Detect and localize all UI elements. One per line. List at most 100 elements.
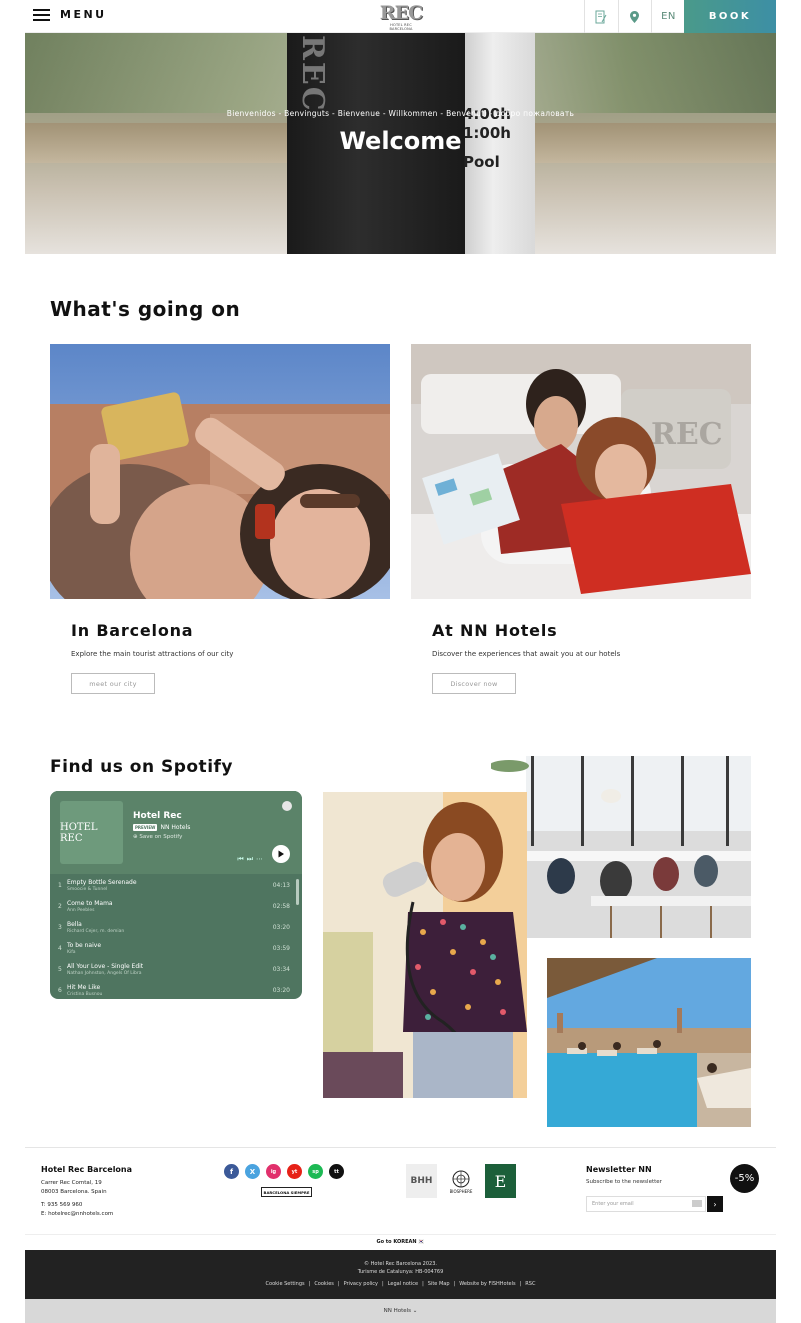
discover-now-button[interactable]: Discover now xyxy=(432,673,516,694)
nnhotels-photo[interactable]: REC xyxy=(411,344,751,599)
biosphere-icon xyxy=(452,1170,470,1187)
track-artist: Cristina Busnou xyxy=(67,992,103,997)
spotify-player[interactable]: HOTEL REC Hotel Rec PREVIEW NN Hotels ⊕ … xyxy=(50,791,302,999)
more-icon[interactable]: ⋯ xyxy=(256,855,266,863)
link-separator: | xyxy=(337,1281,340,1287)
playlist-owner[interactable]: NN Hotels xyxy=(160,824,190,831)
playlist-cover[interactable]: HOTEL REC xyxy=(60,801,123,864)
map-pin-icon xyxy=(630,10,639,23)
newsletter-submit-button[interactable]: › xyxy=(707,1196,723,1212)
chevron-right-icon: › xyxy=(713,1199,717,1209)
footer-link[interactable]: Legal notice xyxy=(388,1281,418,1287)
go-korean-link[interactable]: Go to KOREAN 🇰🇷 xyxy=(25,1239,776,1245)
hero-sign-line: Pool xyxy=(463,153,500,171)
location-button[interactable] xyxy=(618,0,650,33)
hairdryer-photo xyxy=(323,792,527,1098)
track-row[interactable]: 3 Bella Richard Cejer, m. demian 03:20 xyxy=(50,918,302,939)
play-icon xyxy=(278,850,284,858)
rooftop-pool-photo xyxy=(547,958,751,1127)
save-label: Save on Spotify xyxy=(139,834,183,840)
track-title: All Your Love - Single Edit xyxy=(67,963,144,970)
track-title: Come to Mama xyxy=(67,900,113,907)
playlist-name[interactable]: Hotel Rec xyxy=(133,811,182,821)
next-icon[interactable]: ⏭ xyxy=(247,855,256,863)
rooftop-pool-image xyxy=(547,958,751,1127)
footer-link[interactable]: Cookies xyxy=(314,1281,334,1287)
spotify-logo-icon[interactable] xyxy=(282,801,292,811)
bhh-certificate: BHH xyxy=(406,1164,437,1198)
barcelona-siempre-badge: BARCELONA SIEMPRE xyxy=(261,1187,312,1197)
discount-badge[interactable]: -5% xyxy=(730,1164,759,1193)
card-description-nnhotels: Discover the experiences that await you … xyxy=(432,650,621,658)
link-separator: | xyxy=(422,1281,424,1287)
coworking-image xyxy=(491,756,751,938)
track-row[interactable]: 2 Come to Mama Ann Peebles 02:58 xyxy=(50,897,302,918)
hotel-logo[interactable]: REC HOTEL REC BARCELONA xyxy=(379,3,423,31)
footer-link[interactable]: Privacy policy xyxy=(344,1281,378,1287)
nn-hotels-dropdown[interactable]: NN Hotels ⌄ xyxy=(25,1299,776,1323)
playlist-owner-row: PREVIEW NN Hotels xyxy=(133,824,190,831)
checkin-button[interactable] xyxy=(584,0,616,33)
track-row[interactable]: 4 To be naive Kifa 03:59 xyxy=(50,939,302,960)
link-separator: | xyxy=(308,1281,311,1287)
track-duration: 04:13 xyxy=(272,882,290,889)
biosphere-certificate: BIOSPHERE xyxy=(444,1164,478,1198)
save-on-spotify-button[interactable]: ⊕ Save on Spotify xyxy=(133,834,182,840)
track-number: 1 xyxy=(58,882,62,889)
card-description-barcelona: Explore the main tourist attractions of … xyxy=(71,650,234,658)
svg-text:REC: REC xyxy=(651,417,723,452)
track-list-scrollbar[interactable] xyxy=(296,879,299,905)
footer-divider xyxy=(25,1147,776,1148)
facebook-icon[interactable]: f xyxy=(224,1164,239,1179)
footer-hotel-name: Hotel Rec Barcelona xyxy=(41,1165,133,1174)
track-title: To be naive xyxy=(67,942,102,949)
track-row[interactable]: 1 Empty Bottle Serenade Smoocie & Tunnel 04… xyxy=(50,876,302,897)
menu-button[interactable]: MENU xyxy=(33,8,107,21)
preview-badge: PREVIEW xyxy=(133,824,158,831)
barcelona-photo[interactable] xyxy=(50,344,390,599)
track-artist: Ann Peebles xyxy=(67,908,95,913)
track-row[interactable]: 6 Hit Me Like Cristina Busnou 03:20 xyxy=(50,981,302,999)
youtube-icon[interactable]: yt xyxy=(287,1164,302,1179)
woman-hairdryer-image xyxy=(323,792,527,1098)
footer-link[interactable]: RSC xyxy=(525,1281,535,1287)
track-number: 5 xyxy=(58,966,62,973)
copyright: © Hotel Rec Barcelona 2023. xyxy=(364,1261,437,1267)
book-button[interactable]: BOOK xyxy=(684,0,776,33)
spotify-icon[interactable]: sp xyxy=(308,1164,323,1179)
track-artist: Nathan Johnston, Angels Of Libra xyxy=(67,971,142,976)
footer-email[interactable]: E: hotelrec@nnhotels.com xyxy=(41,1211,113,1217)
footer-link[interactable]: Cookie Settings xyxy=(266,1281,305,1287)
footer-phone[interactable]: T: 935 569 960 xyxy=(41,1202,82,1208)
menu-label: MENU xyxy=(60,8,107,21)
track-duration: 03:59 xyxy=(272,945,290,952)
couple-image: REC xyxy=(411,344,751,599)
newsletter-email-input[interactable]: Enter your email xyxy=(586,1196,706,1212)
link-separator: | xyxy=(382,1281,384,1287)
track-duration: 02:58 xyxy=(272,903,290,910)
track-number: 2 xyxy=(58,903,62,910)
track-list: 1 Empty Bottle Serenade Smoocie & Tunnel 04… xyxy=(50,876,302,999)
track-artist: Richard Cejer, m. demian xyxy=(67,929,125,934)
track-number: 3 xyxy=(58,924,62,931)
play-button[interactable] xyxy=(272,845,290,863)
instagram-icon[interactable]: ig xyxy=(266,1164,281,1179)
logo-text: REC xyxy=(379,2,423,24)
previous-icon[interactable]: ⏮ xyxy=(237,855,246,863)
footer-divider-2 xyxy=(25,1234,776,1235)
x-twitter-icon[interactable]: X xyxy=(245,1164,260,1179)
track-row[interactable]: 5 All Your Love - Single Edit Nathan Johns… xyxy=(50,960,302,981)
footer-address-line-2: 08003 Barcelona. Spain xyxy=(41,1189,107,1195)
site-header: MENU REC HOTEL REC BARCELONA EN BOOK xyxy=(25,0,776,33)
tiktok-icon[interactable]: tt xyxy=(329,1164,344,1179)
footer-link[interactable]: Website by FISHHotels xyxy=(459,1281,515,1287)
language-selector[interactable]: EN xyxy=(651,0,685,33)
track-number: 4 xyxy=(58,945,62,952)
player-controls: ⏮⏭⋯ xyxy=(237,855,266,864)
meet-our-city-button[interactable]: meet our city xyxy=(71,673,155,694)
track-title: Empty Bottle Serenade xyxy=(67,879,137,886)
card-title-barcelona: In Barcelona xyxy=(71,621,194,640)
track-number: 6 xyxy=(58,987,62,994)
newsletter-subtitle: Subscribe to the newsletter xyxy=(586,1179,662,1185)
footer-link[interactable]: Site Map xyxy=(428,1281,450,1287)
